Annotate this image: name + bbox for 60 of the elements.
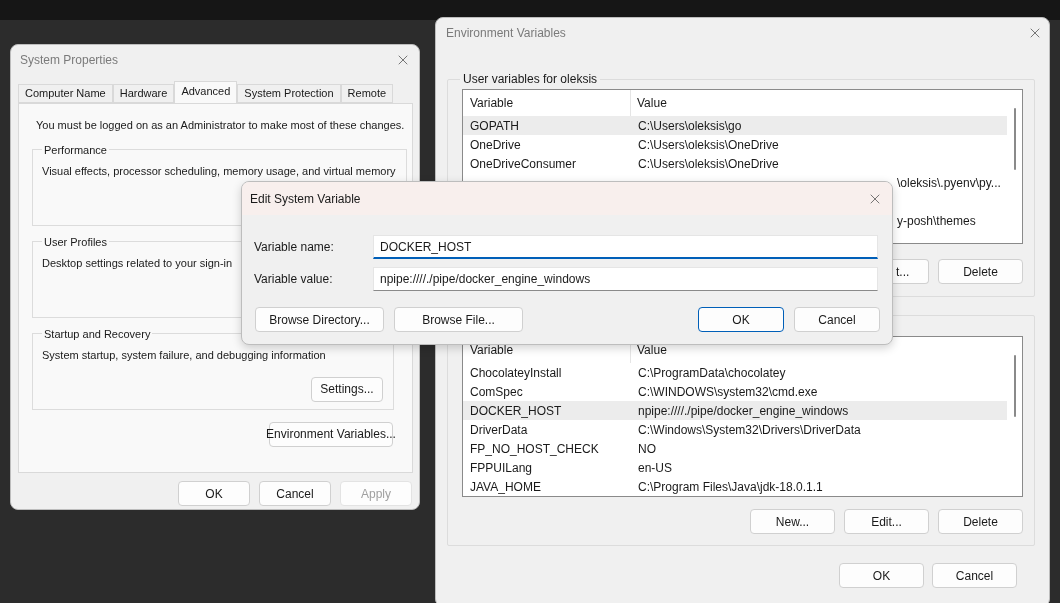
dialog-button[interactable]: Cancel — [794, 307, 880, 332]
variable-value: C:\Program Files\Java\jdk-18.0.1.1 — [637, 478, 824, 496]
group-description: Visual effects, processor scheduling, memory usage, and virtual memory — [42, 164, 396, 179]
dialog-button[interactable]: Browse File... — [394, 307, 523, 332]
tab[interactable]: Computer Name — [18, 84, 113, 103]
variable-value: C:\Windows\System32\Drivers\DriverData — [637, 421, 862, 439]
variable-button[interactable]: New... — [750, 509, 835, 534]
group-title: User Profiles — [43, 234, 108, 250]
dialog-button[interactable]: OK — [839, 563, 924, 588]
variable-value: y-posh\themes — [897, 212, 976, 230]
dialog-button[interactable]: OK — [698, 307, 784, 332]
variable-value: C:\Users\oleksis\OneDrive — [637, 155, 780, 173]
delete-button[interactable]: Delete — [938, 259, 1023, 284]
input-field[interactable]: npipe:////./pipe/docker_engine_windows — [373, 267, 878, 291]
field-label: Variable value: — [254, 271, 334, 288]
window-title: Environment Variables — [446, 25, 566, 42]
variable-name: OneDrive — [469, 136, 522, 154]
variable-name: JAVA_HOME — [469, 478, 542, 496]
variable-value: en-US — [637, 459, 673, 477]
tab[interactable]: Hardware — [112, 84, 175, 103]
group-description: Desktop settings related to your sign-in — [42, 256, 233, 271]
variable-name: FPPUILang — [469, 459, 534, 477]
dialog-button[interactable]: Browse Directory... — [255, 307, 384, 332]
environment-variables-button[interactable]: Environment Variables... — [269, 421, 393, 447]
variable-button[interactable]: Delete — [938, 509, 1023, 534]
window-title: Edit System Variable — [250, 190, 361, 208]
variable-value: C:\ProgramData\chocolatey — [637, 364, 787, 382]
variable-name: DOCKER_HOST — [469, 402, 563, 420]
variable-value: \oleksis\.pyenv\py... — [897, 174, 1001, 192]
partial-button[interactable]: t... — [891, 259, 929, 284]
dialog-button[interactable]: Cancel — [932, 563, 1017, 588]
settings-button[interactable]: Settings... — [311, 376, 383, 402]
variable-name: GOPATH — [469, 117, 520, 135]
variable-name: FP_NO_HOST_CHECK — [469, 440, 600, 458]
window-title: System Properties — [20, 52, 119, 69]
notice-text: You must be logged on as an Administrator to make most of these changes. — [36, 118, 405, 133]
variable-name: DriverData — [469, 421, 529, 439]
dialog-button[interactable]: Cancel — [259, 481, 331, 506]
group-title: User variables for oleksis — [462, 71, 599, 88]
input-field[interactable]: DOCKER_HOST — [373, 235, 878, 259]
variable-value: C:\WINDOWS\system32\cmd.exe — [637, 383, 819, 401]
variable-button[interactable]: Edit... — [844, 509, 929, 534]
tab[interactable]: Advanced — [174, 81, 238, 103]
variable-name: ComSpec — [469, 383, 524, 401]
table-row[interactable]: GOPATH C:\Users\oleksis\go — [463, 116, 1007, 135]
variable-value: npipe:////./pipe/docker_engine_windows — [637, 402, 850, 420]
dialog-button[interactable]: OK — [178, 481, 250, 506]
tab[interactable]: Remote — [340, 84, 394, 103]
variable-value: C:\Users\oleksis\OneDrive — [637, 136, 780, 154]
variable-name: ChocolateyInstall — [469, 364, 563, 382]
field-label: Variable name: — [254, 239, 335, 256]
tab[interactable]: System Protection — [237, 84, 341, 103]
group-description: System startup, system failure, and debugging information — [42, 348, 326, 363]
table-row[interactable]: DOCKER_HOST npipe:////./pipe/docker_engine_windows — [463, 401, 1007, 420]
variable-name: OneDriveConsumer — [469, 155, 578, 173]
variable-value: NO — [637, 440, 657, 458]
column-header[interactable]: Value — [631, 90, 1007, 116]
group-title: Performance — [43, 142, 108, 158]
group-title: Startup and Recovery — [43, 326, 152, 342]
variable-value: C:\Users\oleksis\go — [637, 117, 743, 135]
